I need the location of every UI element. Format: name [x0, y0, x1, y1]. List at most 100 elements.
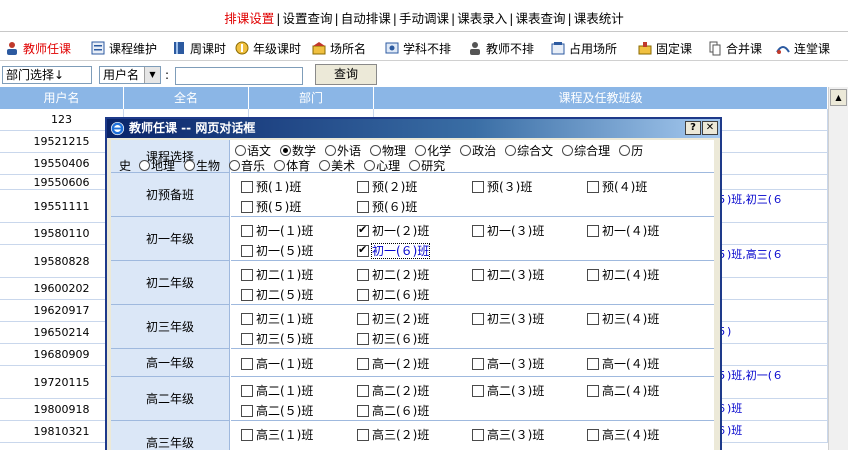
class-checkbox[interactable]: 高一(４)班: [587, 355, 659, 371]
class-checkbox[interactable]: 初二(２)班: [357, 266, 429, 282]
radio-button[interactable]: [235, 145, 246, 156]
checkbox[interactable]: [472, 429, 484, 441]
class-checkbox[interactable]: 预(２)班: [357, 178, 417, 194]
checkbox[interactable]: [472, 181, 484, 193]
subject-radio-4[interactable]: 物理: [370, 144, 406, 158]
toolbar-button-1[interactable]: 教师任课: [4, 39, 71, 57]
checkbox[interactable]: [241, 245, 253, 257]
radio-button[interactable]: [505, 145, 517, 156]
toolbar-button-6[interactable]: 学科不排: [384, 39, 451, 57]
class-checkbox[interactable]: 高二(２)班: [357, 382, 429, 398]
subject-radio-14[interactable]: 体育: [274, 159, 310, 173]
checkbox[interactable]: [241, 289, 253, 301]
checkbox[interactable]: [357, 385, 369, 397]
scroll-up-button[interactable]: ▲: [830, 89, 847, 106]
column-header-4[interactable]: 课程及任教班级: [374, 87, 828, 109]
subject-radio-3[interactable]: 外语: [325, 144, 361, 158]
menu-item-5[interactable]: 课表录入: [457, 11, 507, 26]
checkbox[interactable]: [587, 313, 599, 325]
subject-radio-12[interactable]: 生物: [184, 159, 220, 173]
checkbox[interactable]: [241, 201, 253, 213]
close-button[interactable]: ✕: [702, 121, 718, 135]
radio-button[interactable]: [184, 160, 196, 171]
class-checkbox[interactable]: 初一(２)班: [357, 222, 429, 238]
field-select[interactable]: 用户名 ▼: [99, 66, 161, 84]
class-checkbox[interactable]: 初三(１)班: [241, 310, 313, 326]
checkbox[interactable]: [587, 269, 599, 281]
toolbar-button-8[interactable]: 占用场所: [550, 39, 617, 57]
class-checkbox[interactable]: 初一(６)班: [357, 242, 431, 259]
radio-button[interactable]: [274, 160, 286, 171]
class-checkbox[interactable]: 初二(５)班: [241, 286, 313, 302]
radio-button[interactable]: [229, 160, 241, 171]
class-checkbox[interactable]: 高一(１)班: [241, 355, 313, 371]
checkbox[interactable]: [357, 429, 369, 441]
checkbox[interactable]: [472, 269, 484, 281]
subject-radio-5[interactable]: 化学: [415, 144, 451, 158]
radio-button[interactable]: [139, 160, 151, 171]
class-checkbox[interactable]: 初二(１)班: [241, 266, 313, 282]
checkbox[interactable]: [472, 313, 484, 325]
menu-item-7[interactable]: 课表统计: [574, 11, 624, 26]
checkbox[interactable]: [241, 225, 253, 237]
class-checkbox[interactable]: 初二(３)班: [472, 266, 544, 282]
class-checkbox[interactable]: 初三(５)班: [241, 330, 313, 346]
checkbox[interactable]: [241, 429, 253, 441]
class-checkbox[interactable]: 高三(２)班: [357, 426, 429, 442]
checkbox[interactable]: [587, 385, 599, 397]
subject-radio-13[interactable]: 音乐: [229, 159, 265, 173]
radio-button[interactable]: [562, 145, 574, 156]
column-header-3[interactable]: 部门: [249, 87, 374, 109]
radio-button[interactable]: [319, 160, 331, 171]
checkbox[interactable]: [357, 405, 369, 417]
checkbox[interactable]: [357, 223, 369, 237]
class-checkbox[interactable]: 预(４)班: [587, 178, 647, 194]
class-checkbox[interactable]: 高三(４)班: [587, 426, 659, 442]
vertical-scrollbar[interactable]: ▲: [828, 87, 848, 450]
class-checkbox[interactable]: 初一(３)班: [472, 222, 544, 238]
help-button[interactable]: ?: [685, 121, 701, 135]
menu-item-3[interactable]: 自动排课: [341, 11, 391, 26]
class-checkbox[interactable]: 高一(２)班: [357, 355, 429, 371]
radio-button[interactable]: [619, 145, 631, 156]
checkbox[interactable]: [241, 405, 253, 417]
toolbar-button-11[interactable]: 连堂课: [775, 39, 830, 57]
checkbox[interactable]: [357, 333, 369, 345]
class-checkbox[interactable]: 预(３)班: [472, 178, 532, 194]
checkbox[interactable]: [357, 201, 369, 213]
toolbar-button-2[interactable]: 课程维护: [90, 39, 157, 57]
subject-radio-15[interactable]: 美术: [319, 159, 355, 173]
radio-button[interactable]: [409, 160, 421, 171]
checkbox[interactable]: [241, 333, 253, 345]
toolbar-button-4[interactable]: 年级课时: [234, 39, 301, 57]
subject-radio-1[interactable]: 语文: [235, 144, 271, 158]
checkbox[interactable]: [241, 358, 253, 370]
checkbox[interactable]: [587, 429, 599, 441]
checkbox[interactable]: [241, 181, 253, 193]
menu-item-2[interactable]: 设置查询: [283, 11, 333, 26]
checkbox[interactable]: [357, 358, 369, 370]
checkbox[interactable]: [472, 385, 484, 397]
subject-radio-2[interactable]: 数学: [280, 144, 316, 158]
subject-radio-9[interactable]: 历: [619, 144, 643, 158]
dialog-titlebar[interactable]: 教师任课 -- 网页对话框 ? ✕: [107, 119, 720, 138]
column-header-1[interactable]: 用户名: [0, 87, 124, 109]
subject-radio-16[interactable]: 心理: [364, 159, 400, 173]
class-checkbox[interactable]: 高二(３)班: [472, 382, 544, 398]
class-checkbox[interactable]: 初三(２)班: [357, 310, 429, 326]
toolbar-button-9[interactable]: 固定课: [637, 39, 692, 57]
subject-radio-11[interactable]: 地理: [139, 159, 175, 173]
class-checkbox[interactable]: 高三(１)班: [241, 426, 313, 442]
subject-radio-8[interactable]: 综合理: [562, 144, 610, 158]
chevron-down-icon[interactable]: ▼: [144, 67, 160, 83]
class-checkbox[interactable]: 初一(４)班: [587, 222, 659, 238]
checkbox[interactable]: [587, 225, 599, 237]
radio-button[interactable]: [364, 160, 376, 171]
checkbox[interactable]: [241, 269, 253, 281]
class-checkbox[interactable]: 初三(４)班: [587, 310, 659, 326]
toolbar-button-5[interactable]: 场所名: [311, 39, 366, 57]
checkbox[interactable]: [357, 243, 369, 257]
class-checkbox[interactable]: 初三(６)班: [357, 330, 429, 346]
class-checkbox[interactable]: 预(５)班: [241, 198, 301, 214]
checkbox[interactable]: [357, 289, 369, 301]
